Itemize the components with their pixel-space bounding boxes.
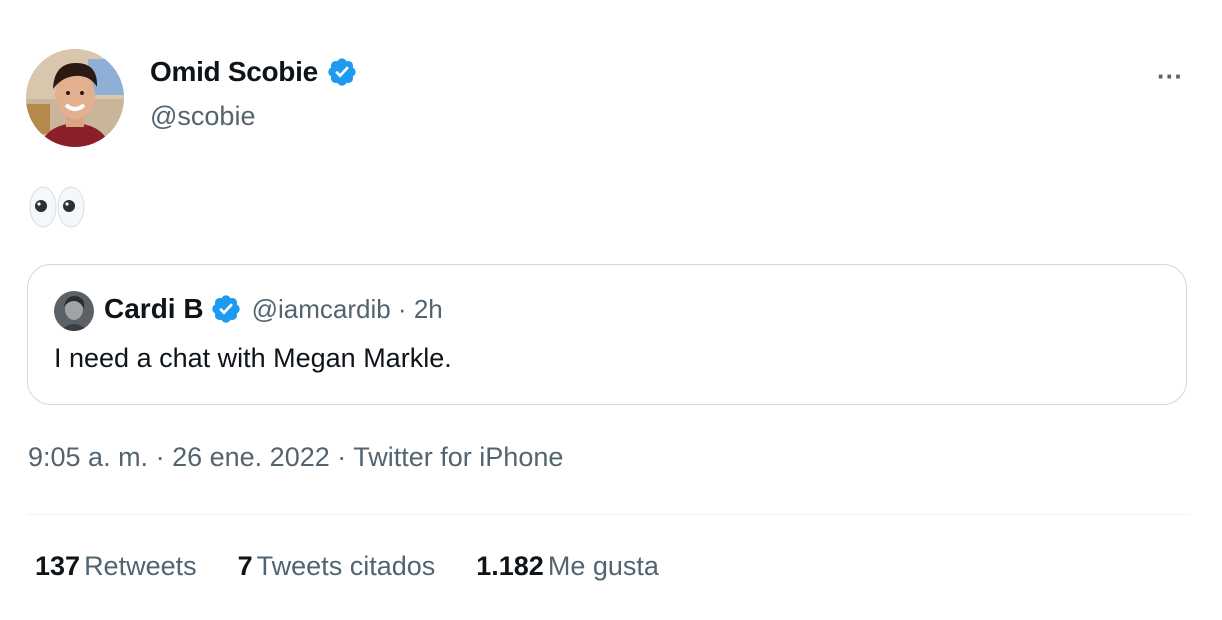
quote-tweets-stat[interactable]: 7 Tweets citados [238,551,436,582]
quoted-author-avatar[interactable] [54,291,94,331]
quoted-author-handle-and-time[interactable]: @iamcardib · 2h [252,294,443,325]
author-avatar[interactable] [26,49,124,147]
tweet-metadata: 9:05 a. m. · 26 ene. 2022 · Twitter for … [28,442,563,473]
tweet-detail: Omid Scobie @scobie ··· 👀 [0,0,1222,620]
divider [27,514,1189,515]
author-display-name[interactable]: Omid Scobie [150,56,358,88]
quoted-tweet-text: I need a chat with Megan Markle. [54,343,452,373]
stat-label: Me gusta [547,551,659,581]
separator-dot: · [397,293,414,324]
tweet-date[interactable]: 26 ene. 2022 [172,442,330,472]
author-name-text[interactable]: Omid Scobie [150,56,318,88]
more-options-icon[interactable]: ··· [1150,60,1190,92]
stat-count: 7 [237,551,253,581]
quoted-tweet-time[interactable]: 2h [414,294,443,324]
retweets-stat[interactable]: 137 Retweets [35,551,197,582]
eyes-emoji-icon [28,185,86,233]
verified-badge-icon [326,56,358,88]
stat-label: Retweets [84,551,197,581]
verified-badge-icon [210,293,242,325]
separator-dot: · [337,442,354,472]
quoted-tweet-card[interactable]: Cardi B @iamcardib · 2h I need a chat wi… [27,264,1187,405]
stat-label: Tweets citados [256,551,436,581]
tweet-source[interactable]: Twitter for iPhone [353,442,563,472]
author-handle[interactable]: @scobie [150,101,255,132]
separator-dot: · [155,442,173,472]
tweet-time[interactable]: 9:05 a. m. [28,442,148,472]
quoted-tweet-header: Cardi B @iamcardib · 2h [104,293,443,325]
stat-count: 137 [35,551,81,581]
likes-stat[interactable]: 1.182 Me gusta [476,551,659,582]
tweet-stats: 137 Retweets 7 Tweets citados 1.182 Me gust… [35,551,659,582]
quoted-author-handle[interactable]: @iamcardib [252,294,391,324]
stat-count: 1.182 [476,551,544,581]
quoted-author-name[interactable]: Cardi B [104,293,204,325]
tweet-text: 👀 [28,185,86,233]
